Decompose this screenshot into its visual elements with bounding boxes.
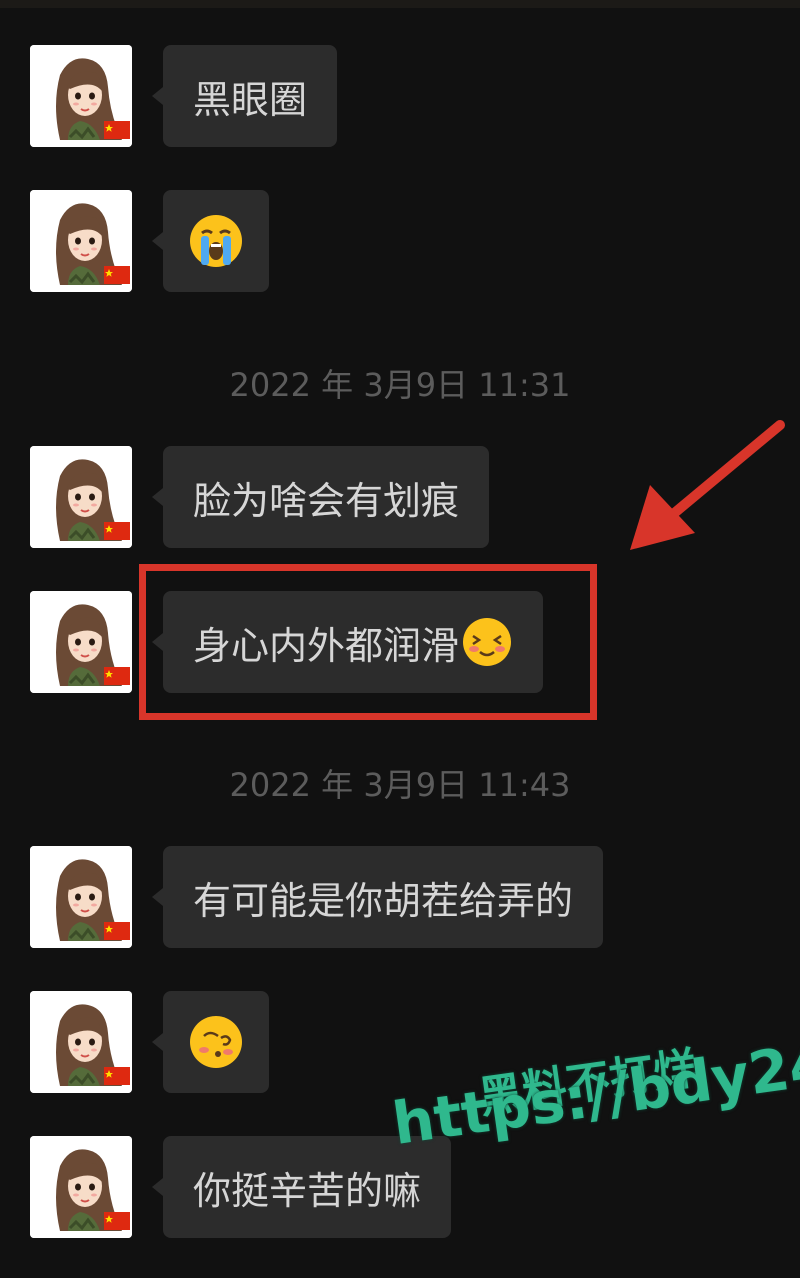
message-bubble[interactable]: 脸为啥会有划痕 xyxy=(151,446,490,548)
avatar[interactable] xyxy=(30,446,132,548)
girl-avatar-icon xyxy=(30,1136,132,1238)
message-text: 脸为啥会有划痕 xyxy=(193,478,460,523)
red-arrow-icon xyxy=(630,420,785,550)
avatar[interactable] xyxy=(30,846,132,948)
crying-face-icon xyxy=(190,215,242,267)
girl-avatar-icon xyxy=(30,846,132,948)
emoji-message-bubble[interactable] xyxy=(152,991,269,1093)
message-text: 你挺辛苦的嘛 xyxy=(193,1168,422,1213)
message-bubble[interactable]: 有可能是你胡茬给弄的 xyxy=(151,846,604,948)
girl-avatar-icon xyxy=(30,991,132,1093)
girl-avatar-icon xyxy=(30,190,132,292)
emoji-message-bubble[interactable] xyxy=(152,190,269,292)
girl-avatar-icon xyxy=(30,45,132,147)
message-text: 有可能是你胡茬给弄的 xyxy=(193,878,574,923)
watermark-url: https://bdy24.co xyxy=(388,1016,800,1158)
avatar[interactable] xyxy=(30,45,132,147)
avatar[interactable] xyxy=(30,1136,132,1238)
status-bar-edge xyxy=(0,0,800,8)
avatar[interactable] xyxy=(30,991,132,1093)
timestamp: 2022 年 3月9日 11:31 xyxy=(229,366,571,404)
thinking-blush-face-icon xyxy=(190,1016,242,1068)
avatar[interactable] xyxy=(30,591,132,693)
avatar[interactable] xyxy=(30,190,132,292)
girl-avatar-icon xyxy=(30,446,132,548)
message-text: 黑眼圈 xyxy=(193,77,308,122)
girl-avatar-icon xyxy=(30,591,132,693)
message-bubble[interactable]: 黑眼圈 xyxy=(151,45,338,147)
timestamp: 2022 年 3月9日 11:43 xyxy=(229,766,571,804)
red-highlight-box xyxy=(139,564,597,720)
